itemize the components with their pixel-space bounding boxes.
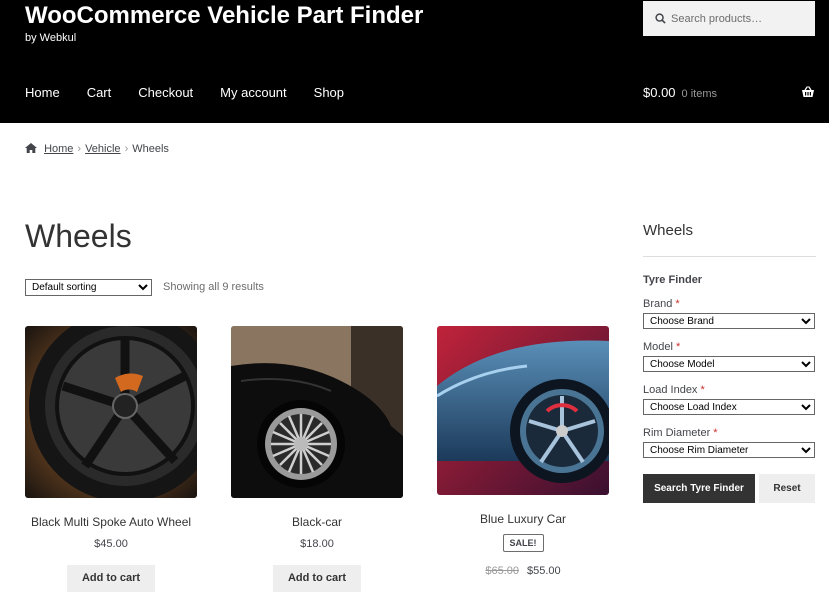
product-name[interactable]: Black-car (231, 515, 403, 529)
product-card: Blue Luxury Car SALE! $65.00 $55.00 (437, 326, 609, 577)
breadcrumb-current: Wheels (132, 143, 169, 155)
model-select[interactable]: Choose Model (643, 356, 815, 372)
product-image[interactable] (437, 326, 609, 495)
breadcrumb-home[interactable]: Home (44, 143, 73, 155)
site-tagline: by Webkul (25, 32, 77, 44)
product-card: Black-car $18.00 Add to cart (231, 326, 403, 592)
product-price: $55.00 (527, 565, 561, 577)
model-field: Model * Choose Model (643, 341, 816, 372)
result-count: Showing all 9 results (163, 281, 264, 293)
product-image[interactable] (25, 326, 197, 498)
product-name[interactable]: Blue Luxury Car (437, 512, 609, 526)
product-price: $45.00 (94, 538, 128, 550)
add-to-cart-button[interactable]: Add to cart (272, 565, 362, 592)
product-card: Black Multi Spoke Auto Wheel $45.00 Add … (25, 326, 197, 592)
breadcrumb-vehicle[interactable]: Vehicle (85, 143, 120, 155)
search-tyre-finder-button[interactable]: Search Tyre Finder (643, 474, 755, 503)
sale-badge: SALE! (502, 534, 544, 552)
rim-diameter-label: Rim Diameter * (643, 427, 718, 439)
reset-button[interactable]: Reset (759, 474, 815, 503)
finder-actions: Search Tyre Finder Reset (643, 474, 816, 503)
nav-my-account[interactable]: My account (220, 85, 286, 100)
tyre-finder-title: Tyre Finder (643, 274, 703, 286)
cart-count: 0 items (681, 88, 718, 100)
product-price-group: $65.00 $55.00 (437, 565, 609, 577)
rim-diameter-select[interactable]: Choose Rim Diameter (643, 442, 815, 458)
add-to-cart-button[interactable]: Add to cart (66, 565, 156, 592)
sidebar: Wheels Tyre Finder Brand * Choose Brand … (643, 222, 816, 503)
cart-total: $0.00 (643, 85, 676, 100)
product-image[interactable] (231, 326, 403, 498)
header-cart[interactable]: $0.00 0 items (643, 85, 815, 100)
brand-label: Brand * (643, 298, 680, 310)
rim-diameter-field: Rim Diameter * Choose Rim Diameter (643, 427, 816, 458)
site-title[interactable]: WooCommerce Vehicle Part Finder (25, 2, 423, 30)
breadcrumb-separator: › (124, 143, 129, 155)
search-box (643, 1, 815, 36)
nav-home[interactable]: Home (25, 85, 60, 100)
product-old-price: $65.00 (485, 565, 519, 577)
search-input[interactable] (671, 9, 806, 29)
load-index-select[interactable]: Choose Load Index (643, 399, 815, 415)
breadcrumb: Home › Vehicle › Wheels (25, 143, 169, 155)
site-header: WooCommerce Vehicle Part Finder by Webku… (0, 0, 829, 123)
load-index-field: Load Index * Choose Load Index (643, 384, 816, 415)
product-price: $18.00 (300, 538, 334, 550)
page-title: Wheels (25, 218, 132, 254)
home-icon (25, 143, 37, 153)
nav-shop[interactable]: Shop (314, 85, 344, 100)
search-icon (655, 13, 666, 24)
widget-title: Wheels (643, 222, 816, 257)
sorting-select[interactable]: Default sorting (25, 279, 152, 296)
brand-select[interactable]: Choose Brand (643, 313, 815, 329)
product-name[interactable]: Black Multi Spoke Auto Wheel (25, 515, 197, 529)
nav-checkout[interactable]: Checkout (138, 85, 193, 100)
nav-cart[interactable]: Cart (87, 85, 112, 100)
load-index-label: Load Index * (643, 384, 705, 396)
brand-field: Brand * Choose Brand (643, 298, 816, 329)
basket-icon (802, 86, 814, 97)
breadcrumb-separator: › (77, 143, 82, 155)
primary-nav: Home Cart Checkout My account Shop (25, 85, 371, 100)
model-label: Model * (643, 341, 681, 353)
